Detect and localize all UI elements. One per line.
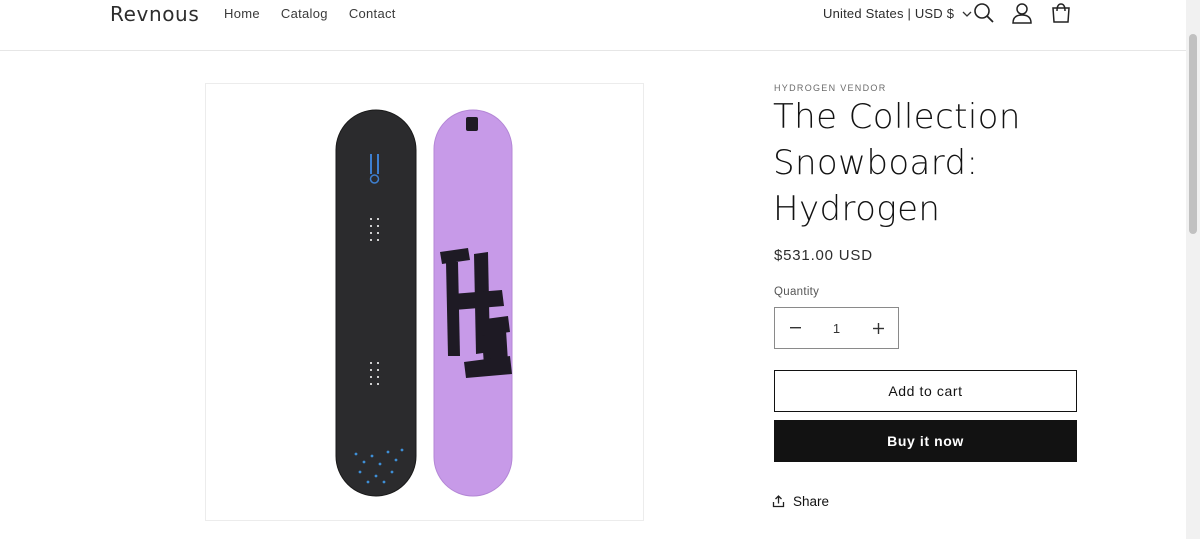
- cart-icon[interactable]: [1050, 2, 1072, 24]
- main-nav: Home Catalog Contact: [224, 6, 396, 21]
- share-icon: [772, 495, 785, 508]
- increase-quantity-button[interactable]: [858, 308, 898, 348]
- chevron-down-icon: [962, 11, 972, 17]
- product-title: The Collection Snowboard: Hydrogen: [773, 97, 1021, 229]
- account-icon[interactable]: [1011, 2, 1033, 24]
- page-scrollbar[interactable]: [1186, 0, 1200, 539]
- locale-selector[interactable]: United States | USD $: [823, 6, 972, 21]
- nav-catalog[interactable]: Catalog: [281, 6, 328, 21]
- purple-snowboard: [433, 109, 513, 497]
- store-logo[interactable]: Revnous: [110, 2, 199, 26]
- product-price: $531.00 USD: [774, 247, 873, 264]
- buy-now-button[interactable]: Buy it now: [774, 420, 1077, 462]
- nav-contact[interactable]: Contact: [349, 6, 396, 21]
- nav-home[interactable]: Home: [224, 6, 260, 21]
- quantity-input[interactable]: [815, 308, 858, 348]
- black-snowboard: [335, 109, 417, 497]
- quantity-stepper: [774, 307, 899, 349]
- decrease-quantity-button[interactable]: [775, 308, 815, 348]
- plus-icon: [872, 322, 884, 334]
- add-to-cart-button[interactable]: Add to cart: [774, 370, 1077, 412]
- quantity-label: Quantity: [774, 286, 820, 298]
- snowboard-image: [335, 109, 513, 497]
- minus-icon: [789, 327, 801, 329]
- share-button[interactable]: Share: [772, 494, 829, 509]
- scrollbar-thumb[interactable]: [1189, 34, 1197, 234]
- product-image[interactable]: [205, 83, 644, 521]
- locale-label: United States | USD $: [823, 6, 955, 21]
- share-label: Share: [793, 494, 830, 509]
- product-vendor: HYDROGEN VENDOR: [774, 83, 887, 93]
- product-page: Revnous Home Catalog Contact United Stat…: [0, 0, 1200, 539]
- search-icon[interactable]: [973, 2, 995, 24]
- site-header: Revnous Home Catalog Contact United Stat…: [0, 0, 1186, 51]
